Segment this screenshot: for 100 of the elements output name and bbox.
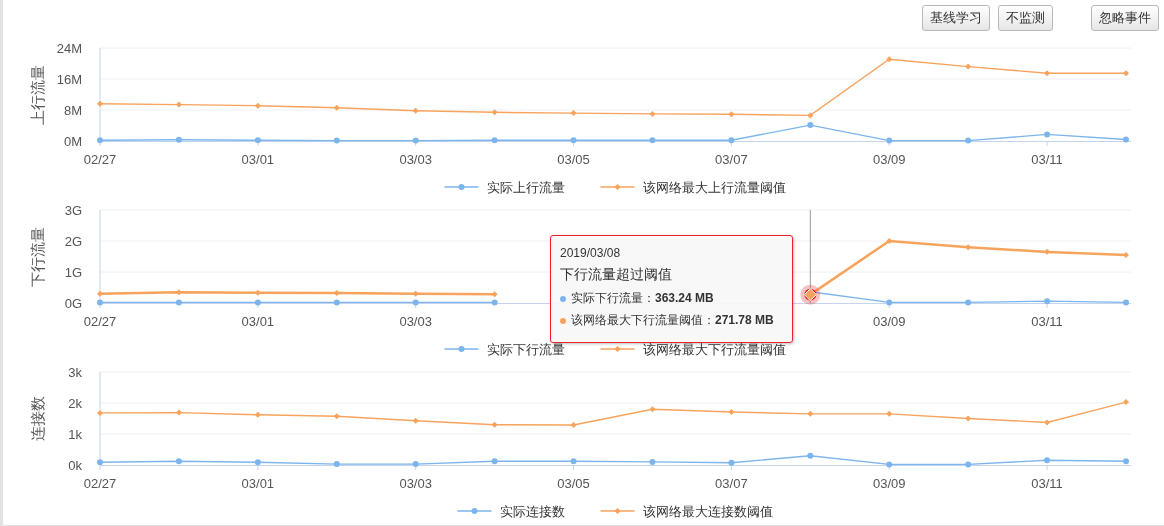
data-point (412, 107, 419, 114)
tooltip-value: 该网络最大下行流量阈值：271.78 MB (571, 312, 774, 329)
data-point (254, 289, 261, 296)
data-point (649, 137, 656, 144)
legend-marker-icon[interactable] (443, 346, 480, 352)
axis-label: 0G (64, 296, 82, 311)
axis-label: 03/03 (399, 476, 432, 491)
axis-label: 03/01 (241, 152, 275, 167)
axis-label: 1G (64, 265, 82, 280)
data-point (175, 409, 182, 416)
data-point (175, 458, 182, 465)
data-point (965, 63, 972, 70)
legend-label[interactable]: 实际连接数 (499, 504, 565, 519)
data-point (1123, 299, 1129, 306)
data-point (1044, 419, 1051, 426)
axis-label: 3k (68, 365, 82, 380)
data-point (965, 299, 972, 306)
data-point (1123, 136, 1129, 143)
axis-label: 2G (64, 234, 82, 249)
data-point (333, 137, 340, 144)
data-point (175, 101, 182, 108)
data-point (886, 461, 893, 468)
data-point (965, 461, 972, 468)
data-point (491, 458, 498, 465)
axis-label: 03/11 (1031, 314, 1063, 329)
data-point (1044, 131, 1051, 138)
data-point (491, 421, 498, 428)
axis-title: 下行流量 (29, 226, 46, 287)
axis-label: 03/09 (872, 152, 906, 167)
data-point (965, 415, 972, 422)
tooltip-value: 实际下行流量：363.24 MB (571, 290, 714, 307)
data-point (1123, 251, 1129, 258)
axis-label: 03/07 (715, 152, 748, 167)
axis-label: 2k (68, 396, 82, 411)
data-point (886, 56, 893, 63)
axis-label: 03/01 (241, 476, 275, 491)
data-point (412, 461, 419, 468)
tooltip-date: 2019/03/08 (560, 246, 622, 260)
data-point (333, 290, 340, 297)
data-point (254, 137, 261, 144)
legend-marker-icon[interactable] (456, 508, 493, 514)
legend-marker-icon[interactable] (443, 184, 480, 190)
axis-label: 03/07 (715, 476, 748, 491)
data-point (175, 289, 182, 296)
toolbar-button[interactable]: 基线学习 (922, 5, 990, 31)
legend-label[interactable]: 实际上行流量 (486, 180, 565, 195)
legend-marker-icon[interactable] (599, 346, 636, 352)
data-point (333, 299, 340, 306)
data-point (807, 112, 814, 119)
axis-label: 24M (56, 41, 82, 56)
axis-label: 03/09 (872, 476, 906, 491)
data-point (570, 110, 577, 117)
data-point (649, 406, 656, 413)
data-point (728, 111, 735, 118)
data-point (175, 136, 182, 143)
axis-label: 3G (64, 203, 82, 218)
data-point (491, 109, 498, 116)
legend-marker-icon[interactable] (599, 184, 636, 190)
axis-label: 03/05 (557, 152, 590, 167)
data-point (97, 290, 103, 297)
axis-label: 03/11 (1031, 476, 1063, 491)
data-point (1123, 399, 1129, 406)
data-point (1123, 458, 1129, 465)
data-point (97, 409, 103, 416)
data-point (175, 299, 182, 306)
legend-label[interactable]: 该网络最大连接数阈值 (642, 504, 773, 519)
axis-label: 03/09 (872, 314, 906, 329)
axis-label: 03/05 (557, 476, 590, 491)
legend-label[interactable]: 该网络最大下行流量阈值 (642, 342, 786, 357)
axis-label: 0M (63, 134, 82, 149)
axis-label: 8M (63, 103, 82, 118)
data-point (254, 459, 261, 466)
data-point (491, 137, 498, 144)
axis-title: 上行流量 (29, 64, 46, 125)
data-point (886, 410, 893, 417)
data-point (412, 299, 419, 306)
legend-label[interactable]: 实际下行流量 (486, 342, 565, 357)
data-point (1044, 70, 1051, 77)
axis-label: 16M (56, 72, 82, 87)
data-point (412, 290, 419, 297)
data-point (965, 137, 972, 144)
axis-title: 连接数 (29, 396, 46, 441)
data-point (649, 110, 656, 117)
axis-label: 03/11 (1031, 152, 1063, 167)
legend-label[interactable]: 该网络最大上行流量阈值 (642, 180, 786, 195)
data-point (886, 137, 893, 144)
axis-label: 03/03 (399, 152, 432, 167)
highlight-marker (800, 284, 821, 305)
data-point (254, 411, 261, 418)
legend-marker-icon[interactable] (599, 508, 636, 514)
data-point (570, 137, 577, 144)
toolbar-button[interactable]: 不监测 (998, 5, 1053, 31)
axis-label: 03/03 (399, 314, 432, 329)
data-point (728, 459, 735, 466)
toolbar-button[interactable]: 忽略事件 (1091, 5, 1159, 31)
data-point (412, 417, 419, 424)
axis-label: 02/27 (83, 476, 117, 491)
data-point (886, 238, 893, 244)
data-point (570, 458, 577, 465)
data-point (97, 100, 103, 107)
